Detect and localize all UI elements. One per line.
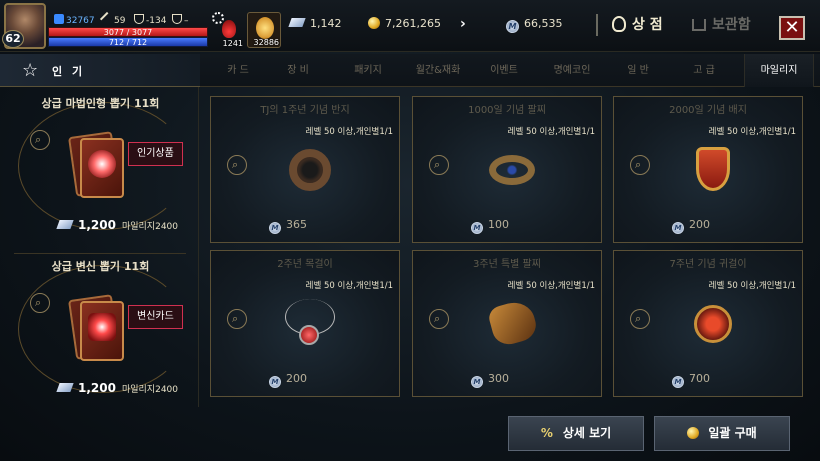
price: 1,200 마일리지2400	[56, 218, 178, 232]
magnifier-icon[interactable]: ⌕	[429, 155, 449, 175]
magnifier-icon[interactable]: ⌕	[227, 309, 247, 329]
tab-event[interactable]: 이벤트	[474, 54, 534, 87]
crystal-icon	[56, 220, 74, 229]
bracelet-icon	[483, 141, 541, 199]
mileage-icon: M	[471, 376, 483, 388]
featured-card[interactable]: 상급 변신 뽑기 11회 ⌕ 변신카드 1,200 마일리지2400	[8, 255, 193, 411]
mileage-icon: M	[471, 222, 483, 234]
mileage-balance: M 66,535	[506, 17, 563, 33]
mileage-icon: M	[506, 20, 519, 33]
price: M 300	[471, 372, 509, 388]
tab-mileage[interactable]: 마일리지	[744, 54, 814, 87]
tab-card[interactable]: 카 드	[210, 54, 266, 87]
magic-doll-card-icon	[62, 131, 126, 200]
storage-button[interactable]: 보관함	[692, 14, 751, 34]
shop-button[interactable]: 상 점	[612, 14, 663, 34]
gold-coin-icon	[368, 17, 380, 29]
price: M 200	[672, 218, 710, 234]
mileage-item-card[interactable]: 2000일 기념 배지 레벨 50 이상,개인별1/1 ⌕ M 200	[613, 96, 803, 243]
magnifier-icon[interactable]: ⌕	[630, 155, 650, 175]
power-icon	[54, 14, 64, 24]
buff-slot[interactable]: 32886	[247, 12, 281, 48]
gauntlet-icon	[483, 295, 541, 353]
close-button[interactable]: ✕	[779, 16, 805, 40]
ring-icon	[281, 141, 339, 199]
mileage-icon: M	[672, 222, 684, 234]
potion-icon	[222, 20, 236, 38]
power-stat: 32767	[54, 14, 95, 26]
defense-stat: -134	[134, 14, 166, 26]
tab-popular[interactable]: ☆ 인 기	[0, 54, 200, 87]
mileage-item-card[interactable]: TJ의 1주년 기념 반지 레벨 50 이상,개인별1/1 ⌕ M 365	[210, 96, 400, 243]
mileage-item-card[interactable]: 2주년 목걸이 레벨 50 이상,개인별1/1 ⌕ M 200	[210, 250, 400, 397]
badge-transform: 변신카드	[128, 305, 183, 329]
featured-card[interactable]: 상급 마법인형 뽑기 11회 ⌕ 인기상품 1,200 마일리지2400	[8, 92, 193, 248]
hp-bar: 3077 / 3077	[48, 27, 208, 37]
magnifier-icon[interactable]: ⌕	[227, 155, 247, 175]
rank-stat: –	[172, 14, 189, 26]
badge-popular: 인기상품	[128, 142, 183, 166]
badge-icon	[684, 141, 742, 199]
magnifier-icon[interactable]: ⌕	[30, 130, 50, 150]
tab-premium[interactable]: 고 급	[676, 54, 732, 87]
earring-icon	[684, 295, 742, 353]
tab-general[interactable]: 일 반	[610, 54, 666, 87]
tab-equipment[interactable]: 장 비	[270, 54, 326, 87]
money-bag-icon	[612, 16, 626, 32]
mileage-icon: M	[269, 222, 281, 234]
price: 1,200 마일리지2400	[56, 381, 178, 395]
player-level: 62	[2, 30, 24, 48]
mileage-item-card[interactable]: 1000일 기념 팔찌 레벨 50 이상,개인별1/1 ⌕ M 100	[412, 96, 602, 243]
top-bar: 62 32767 59 -134 – 3077 / 3077 712 / 712…	[0, 0, 820, 52]
bulk-buy-button[interactable]: 일괄 구매	[654, 416, 790, 451]
divider	[596, 14, 598, 36]
cart-icon	[692, 19, 706, 31]
crystal-icon	[288, 18, 306, 27]
shop-screen: { "player": {"level": "62", "power": "32…	[0, 0, 820, 461]
magnifier-icon[interactable]: ⌕	[630, 309, 650, 329]
potion-slot[interactable]: 1241	[210, 12, 244, 48]
price: M 365	[269, 218, 307, 234]
mileage-icon: M	[269, 376, 281, 388]
panel-divider	[198, 87, 199, 407]
necklace-icon	[281, 295, 339, 353]
details-button[interactable]: % 상세 보기	[508, 416, 644, 451]
attack-stat: 59	[99, 11, 125, 27]
percent-icon: %	[540, 426, 553, 440]
crystal-balance: 1,142	[288, 17, 342, 30]
chevron-right-icon[interactable]: ›	[460, 16, 466, 32]
price: M 700	[672, 372, 710, 388]
crystal-icon	[56, 383, 74, 392]
mileage-item-card[interactable]: 7주년 기념 귀걸이 레벨 50 이상,개인별1/1 ⌕ M 700	[613, 250, 803, 397]
buff-icon	[256, 17, 274, 39]
magnifier-icon[interactable]: ⌕	[429, 309, 449, 329]
magnifier-icon[interactable]: ⌕	[30, 293, 50, 313]
gold-coin-icon	[687, 427, 700, 439]
price: M 200	[269, 372, 307, 388]
mileage-icon: M	[672, 376, 684, 388]
transform-card-icon	[62, 294, 126, 363]
mileage-item-card[interactable]: 3주년 특별 팔찌 레벨 50 이상,개인별1/1 ⌕ M 300	[412, 250, 602, 397]
trophy-icon	[172, 14, 182, 24]
divider	[14, 253, 186, 254]
sword-icon	[99, 11, 115, 27]
shield-icon	[134, 14, 144, 24]
mp-bar: 712 / 712	[48, 37, 208, 47]
tab-honor-coin[interactable]: 명예코인	[540, 54, 604, 87]
tab-monthly[interactable]: 월간&재화	[406, 54, 470, 87]
gold-balance: 7,261,265	[368, 17, 441, 30]
star-icon: ☆	[22, 60, 39, 81]
tab-package[interactable]: 패키지	[338, 54, 398, 87]
price: M 100	[471, 218, 509, 234]
